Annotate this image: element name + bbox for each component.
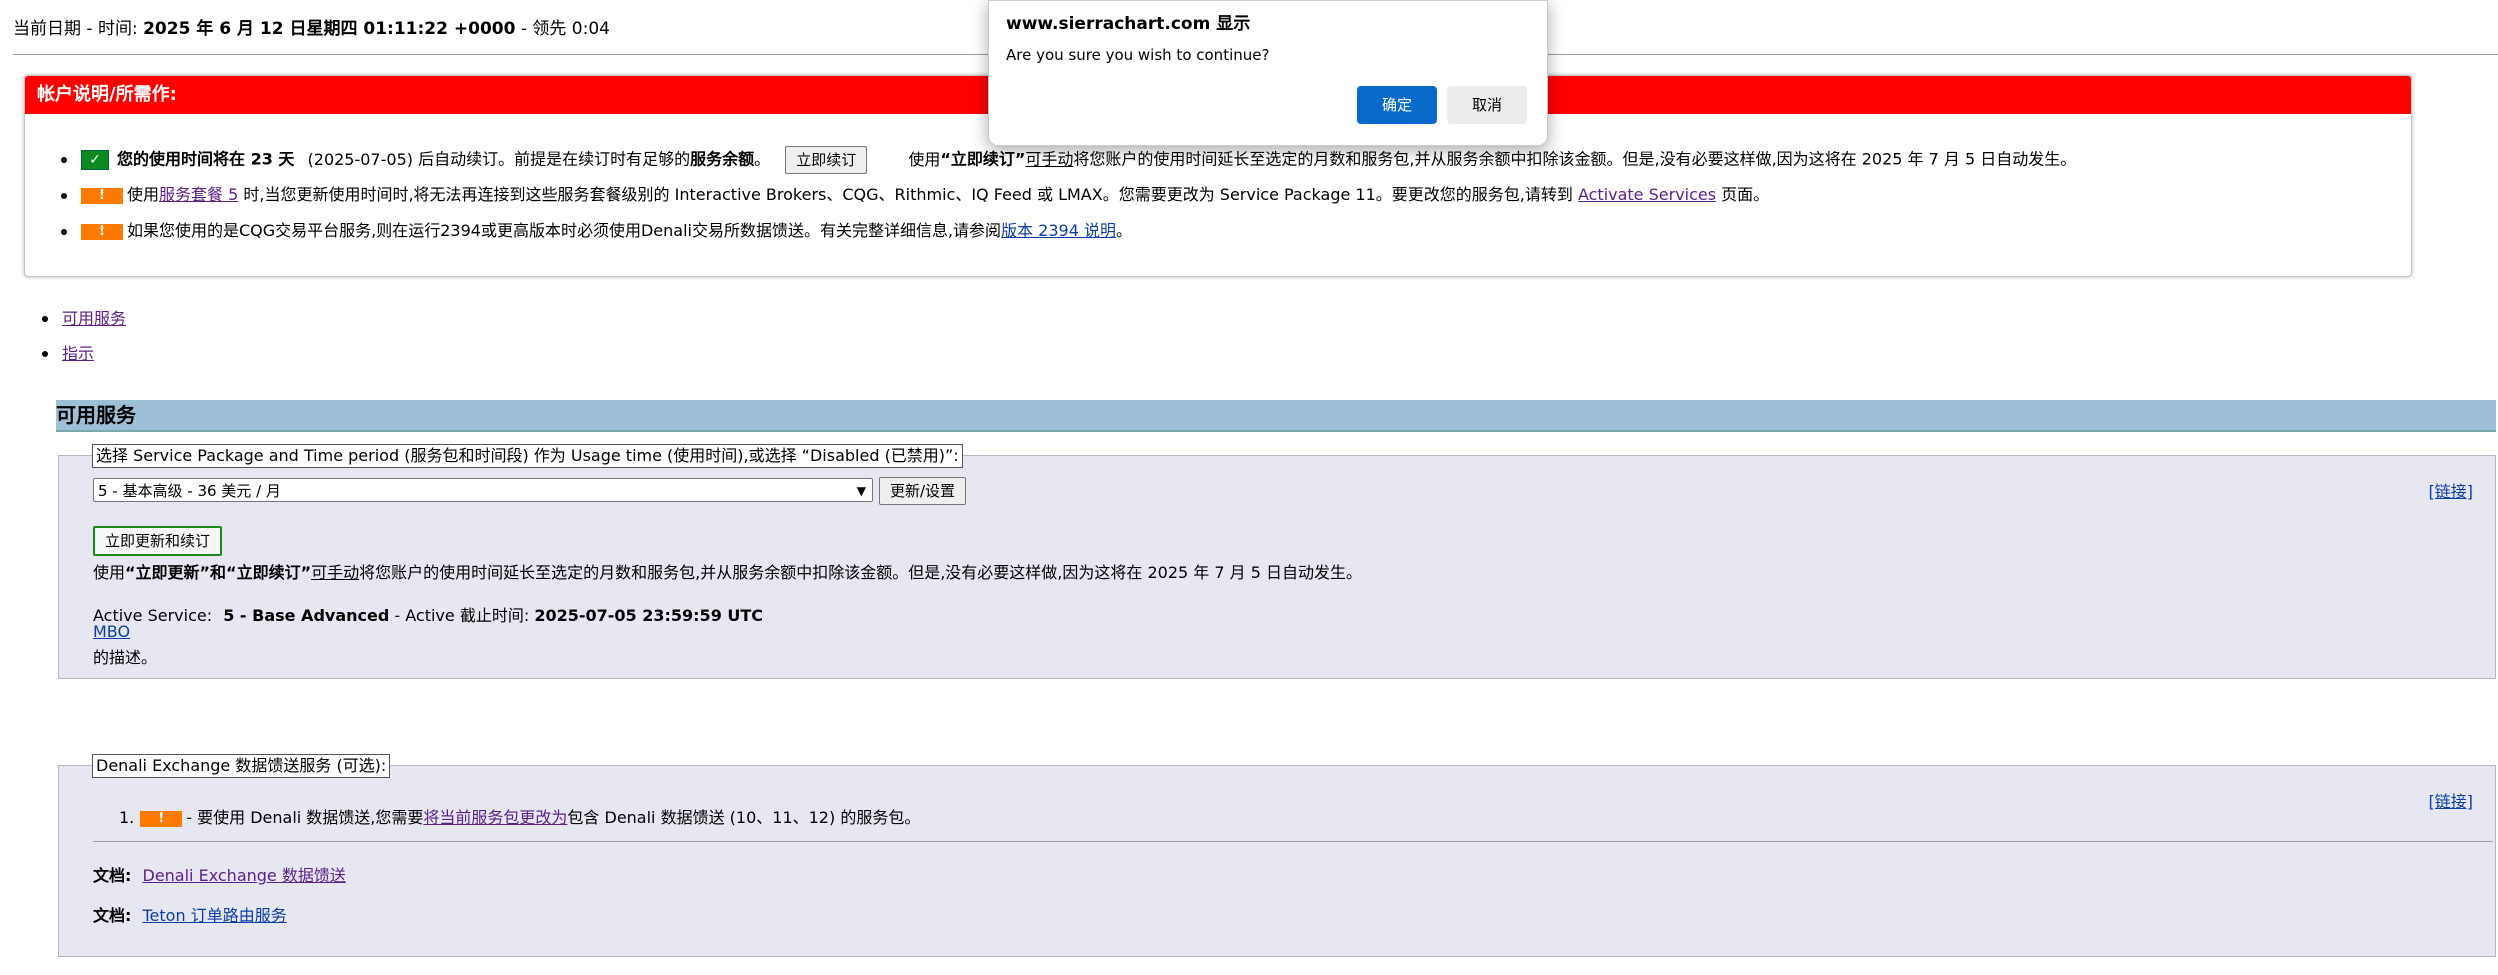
- section-title: 可用服务: [56, 400, 2496, 432]
- teton-doc-line: 文档: Teton 订单路由服务: [93, 902, 287, 926]
- chevron-down-icon: ▼: [856, 484, 866, 498]
- active-service-line: Active Service: 5 - Base Advanced - Acti…: [93, 602, 763, 626]
- renew-desc-manual: 可手动: [311, 563, 360, 582]
- update-set-button[interactable]: 更新/设置: [879, 477, 967, 505]
- warning-icon: !: [140, 810, 183, 827]
- item-number: 1.: [119, 808, 135, 827]
- denali-feed-panel: Denali Exchange 数据馈送服务 (可选): [链接] 1.! - 要…: [58, 754, 2496, 957]
- denali-item-text-b: 包含 Denali 数据馈送 (10、11、12) 的服务包。: [567, 808, 921, 827]
- account-notes-list: ✓ 您的使用时间将在 23 天 (2025-07-05) 后自动续订。前提是在续订…: [61, 146, 2401, 254]
- page-nav-list: 可用服务 指示: [41, 308, 126, 378]
- renewal-text-b: 。: [754, 149, 771, 169]
- renew-desc-b: 将您账户的使用时间延长至选定的月数和服务包,并从服务余额中扣除该金额。但是,没有…: [359, 563, 1362, 582]
- renew-desc-a: 使用: [93, 563, 126, 582]
- datetime-label: 当前日期 - 时间:: [13, 19, 138, 39]
- dialog-ok-button[interactable]: 确定: [1357, 86, 1437, 124]
- dialog-title: www.sierrachart.com 显示: [1006, 14, 1251, 34]
- lead-value: 0:04: [571, 19, 610, 39]
- nav-item-available-services: 可用服务: [41, 308, 126, 343]
- nav-item-instructions: 指示: [41, 343, 126, 378]
- denali-item-text-a: - 要使用 Denali 数据馈送,您需要: [186, 808, 424, 827]
- active-service-until: 2025-07-05 23:59:59 UTC: [534, 606, 764, 625]
- version-notes-link[interactable]: 版本 2394 说明: [1001, 221, 1116, 240]
- panel1-link[interactable]: [链接]: [2429, 478, 2474, 502]
- mbo-link[interactable]: MBO: [93, 622, 130, 641]
- account-note-renewal: ✓ 您的使用时间将在 23 天 (2025-07-05) 后自动续订。前提是在续订…: [61, 146, 2401, 182]
- renew-quote: “立即续订”: [940, 149, 1026, 169]
- renewal-text-d: 将您账户的使用时间延长至选定的月数和服务包,并从服务余额中扣除该金额。但是,没有…: [1073, 149, 2077, 169]
- denali-feed-legend: Denali Exchange 数据馈送服务 (可选):: [92, 754, 391, 778]
- update-and-renew-button[interactable]: 立即更新和续订: [93, 526, 223, 556]
- instructions-link[interactable]: 指示: [62, 344, 94, 363]
- datetime-value: 2025 年 6 月 12 日星期四 01:11:22 +0000: [143, 19, 516, 39]
- current-datetime-line: 当前日期 - 时间: 2025 年 6 月 12 日星期四 01:11:22 +…: [13, 14, 610, 39]
- account-note-package: ! 使用服务套餐 5 时,当您更新使用时间时,将无法再连接到这些服务套餐级别的 I…: [61, 182, 2401, 218]
- renewal-text-c: 使用: [908, 149, 941, 169]
- active-service-value: 5 - Base Advanced: [223, 606, 390, 625]
- dialog-message: Are you sure you wish to continue?: [1006, 46, 1270, 64]
- renewal-date: (2025-07-05): [307, 149, 413, 169]
- confirm-dialog: www.sierrachart.com 显示 Are you sure you …: [988, 0, 1548, 146]
- service-package-select[interactable]: 5 - 基本高级 - 36 美元 / 月 ▼: [93, 478, 873, 502]
- service-package-link[interactable]: 服务套餐 5: [159, 185, 238, 204]
- warning-icon: !: [81, 223, 123, 240]
- check-icon: ✓: [81, 150, 109, 170]
- service-balance-label: 服务余额: [690, 149, 755, 169]
- teton-doc-link[interactable]: Teton 订单路由服务: [143, 906, 287, 925]
- renew-desc-bold: “立即更新”和“立即续订”: [125, 563, 312, 582]
- denali-doc-line: 文档: Denali Exchange 数据馈送: [93, 862, 346, 886]
- package-text-b: 时,当您更新使用时间时,将无法再连接到这些服务套餐级别的 Interactive…: [238, 185, 1578, 204]
- renew-now-button[interactable]: 立即续订: [785, 146, 868, 174]
- lead-separator: - 领先: [520, 19, 567, 39]
- change-package-link[interactable]: 将当前服务包更改为: [423, 808, 567, 827]
- selected-package: 5 - 基本高级 - 36 美元 / 月: [98, 482, 281, 500]
- doc-label: 文档:: [93, 866, 132, 885]
- account-note-cqg: ! 如果您使用的是CQG交易平台服务,则在运行2394或更高版本时必须使用Dena…: [61, 218, 2401, 254]
- denali-doc-link[interactable]: Denali Exchange 数据馈送: [143, 866, 346, 885]
- active-service-sep: - Active 截止时间:: [389, 606, 530, 625]
- renewal-days: 您的使用时间将在 23 天: [117, 149, 295, 169]
- panel2-divider: [93, 841, 2493, 842]
- mbo-description: 的描述。: [93, 648, 158, 667]
- package-text-c: 页面。: [1716, 185, 1770, 204]
- package-text-a: 使用: [127, 185, 160, 204]
- renew-description: 使用“立即更新”和“立即续订”可手动将您账户的使用时间延长至选定的月数和服务包,…: [93, 559, 1362, 583]
- service-package-panel: 选择 Service Package and Time period (服务包和…: [58, 444, 2496, 679]
- activate-services-link[interactable]: Activate Services: [1578, 185, 1716, 204]
- cqg-text-b: 。: [1115, 221, 1132, 240]
- doc-label: 文档:: [93, 906, 132, 925]
- dialog-cancel-button[interactable]: 取消: [1447, 86, 1527, 124]
- warning-icon: !: [81, 187, 123, 204]
- renewal-text-a: 后自动续订。前提是在续订时有足够的: [412, 149, 691, 169]
- denali-requirement-item: 1.! - 要使用 Denali 数据馈送,您需要将当前服务包更改为包含 Dena…: [119, 804, 920, 828]
- manual-text: 可手动: [1025, 149, 1074, 169]
- service-package-legend: 选择 Service Package and Time period (服务包和…: [92, 444, 963, 468]
- available-services-link[interactable]: 可用服务: [62, 309, 126, 328]
- cqg-text-a: 如果您使用的是CQG交易平台服务,则在运行2394或更高版本时必须使用Denal…: [127, 221, 1002, 240]
- panel2-link[interactable]: [链接]: [2429, 788, 2474, 812]
